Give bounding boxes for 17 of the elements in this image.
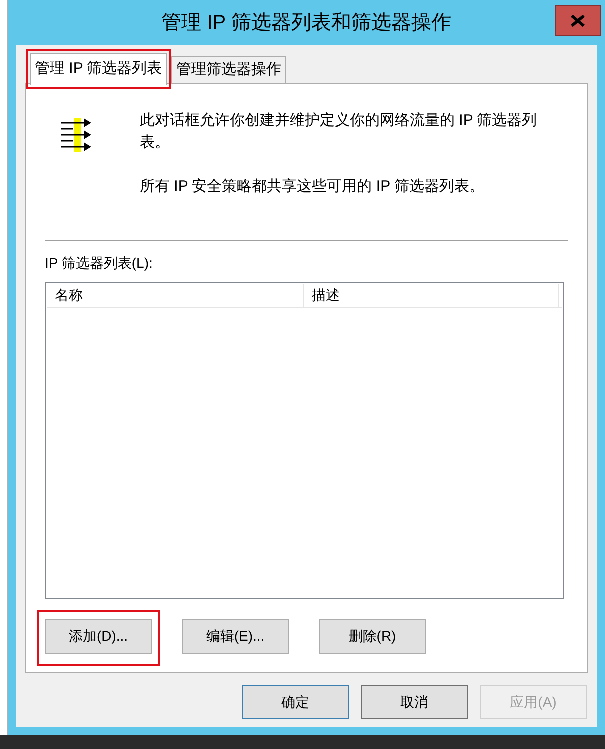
column-header[interactable]: 名称 [47, 284, 304, 307]
tab[interactable]: 管理筛选器操作 [171, 56, 286, 83]
list-label: IP 筛选器列表(L): [45, 254, 154, 273]
action-button[interactable]: 删除(R) [319, 619, 426, 654]
window-title: 管理 IP 筛选器列表和筛选器操作 [162, 10, 452, 36]
close-button[interactable] [555, 5, 601, 36]
action-button[interactable]: 添加(D)... [45, 619, 152, 654]
filter-arrows-icon [61, 118, 91, 152]
close-icon [571, 14, 585, 26]
description-text: 此对话框允许你创建并维护定义你的网络流量的 IP 筛选器列表。 [140, 111, 538, 153]
filter-list[interactable]: 名称 描述 [45, 282, 564, 599]
description-text: 所有 IP 安全策略都共享这些可用的 IP 筛选器列表。 [140, 177, 486, 197]
tab[interactable]: 管理 IP 筛选器列表 [30, 53, 168, 85]
dialog-button[interactable]: 取消 [361, 685, 468, 719]
column-header[interactable]: 描述 [304, 284, 559, 307]
dialog-button[interactable]: 确定 [242, 685, 349, 719]
action-button[interactable]: 编辑(E)... [182, 619, 289, 654]
